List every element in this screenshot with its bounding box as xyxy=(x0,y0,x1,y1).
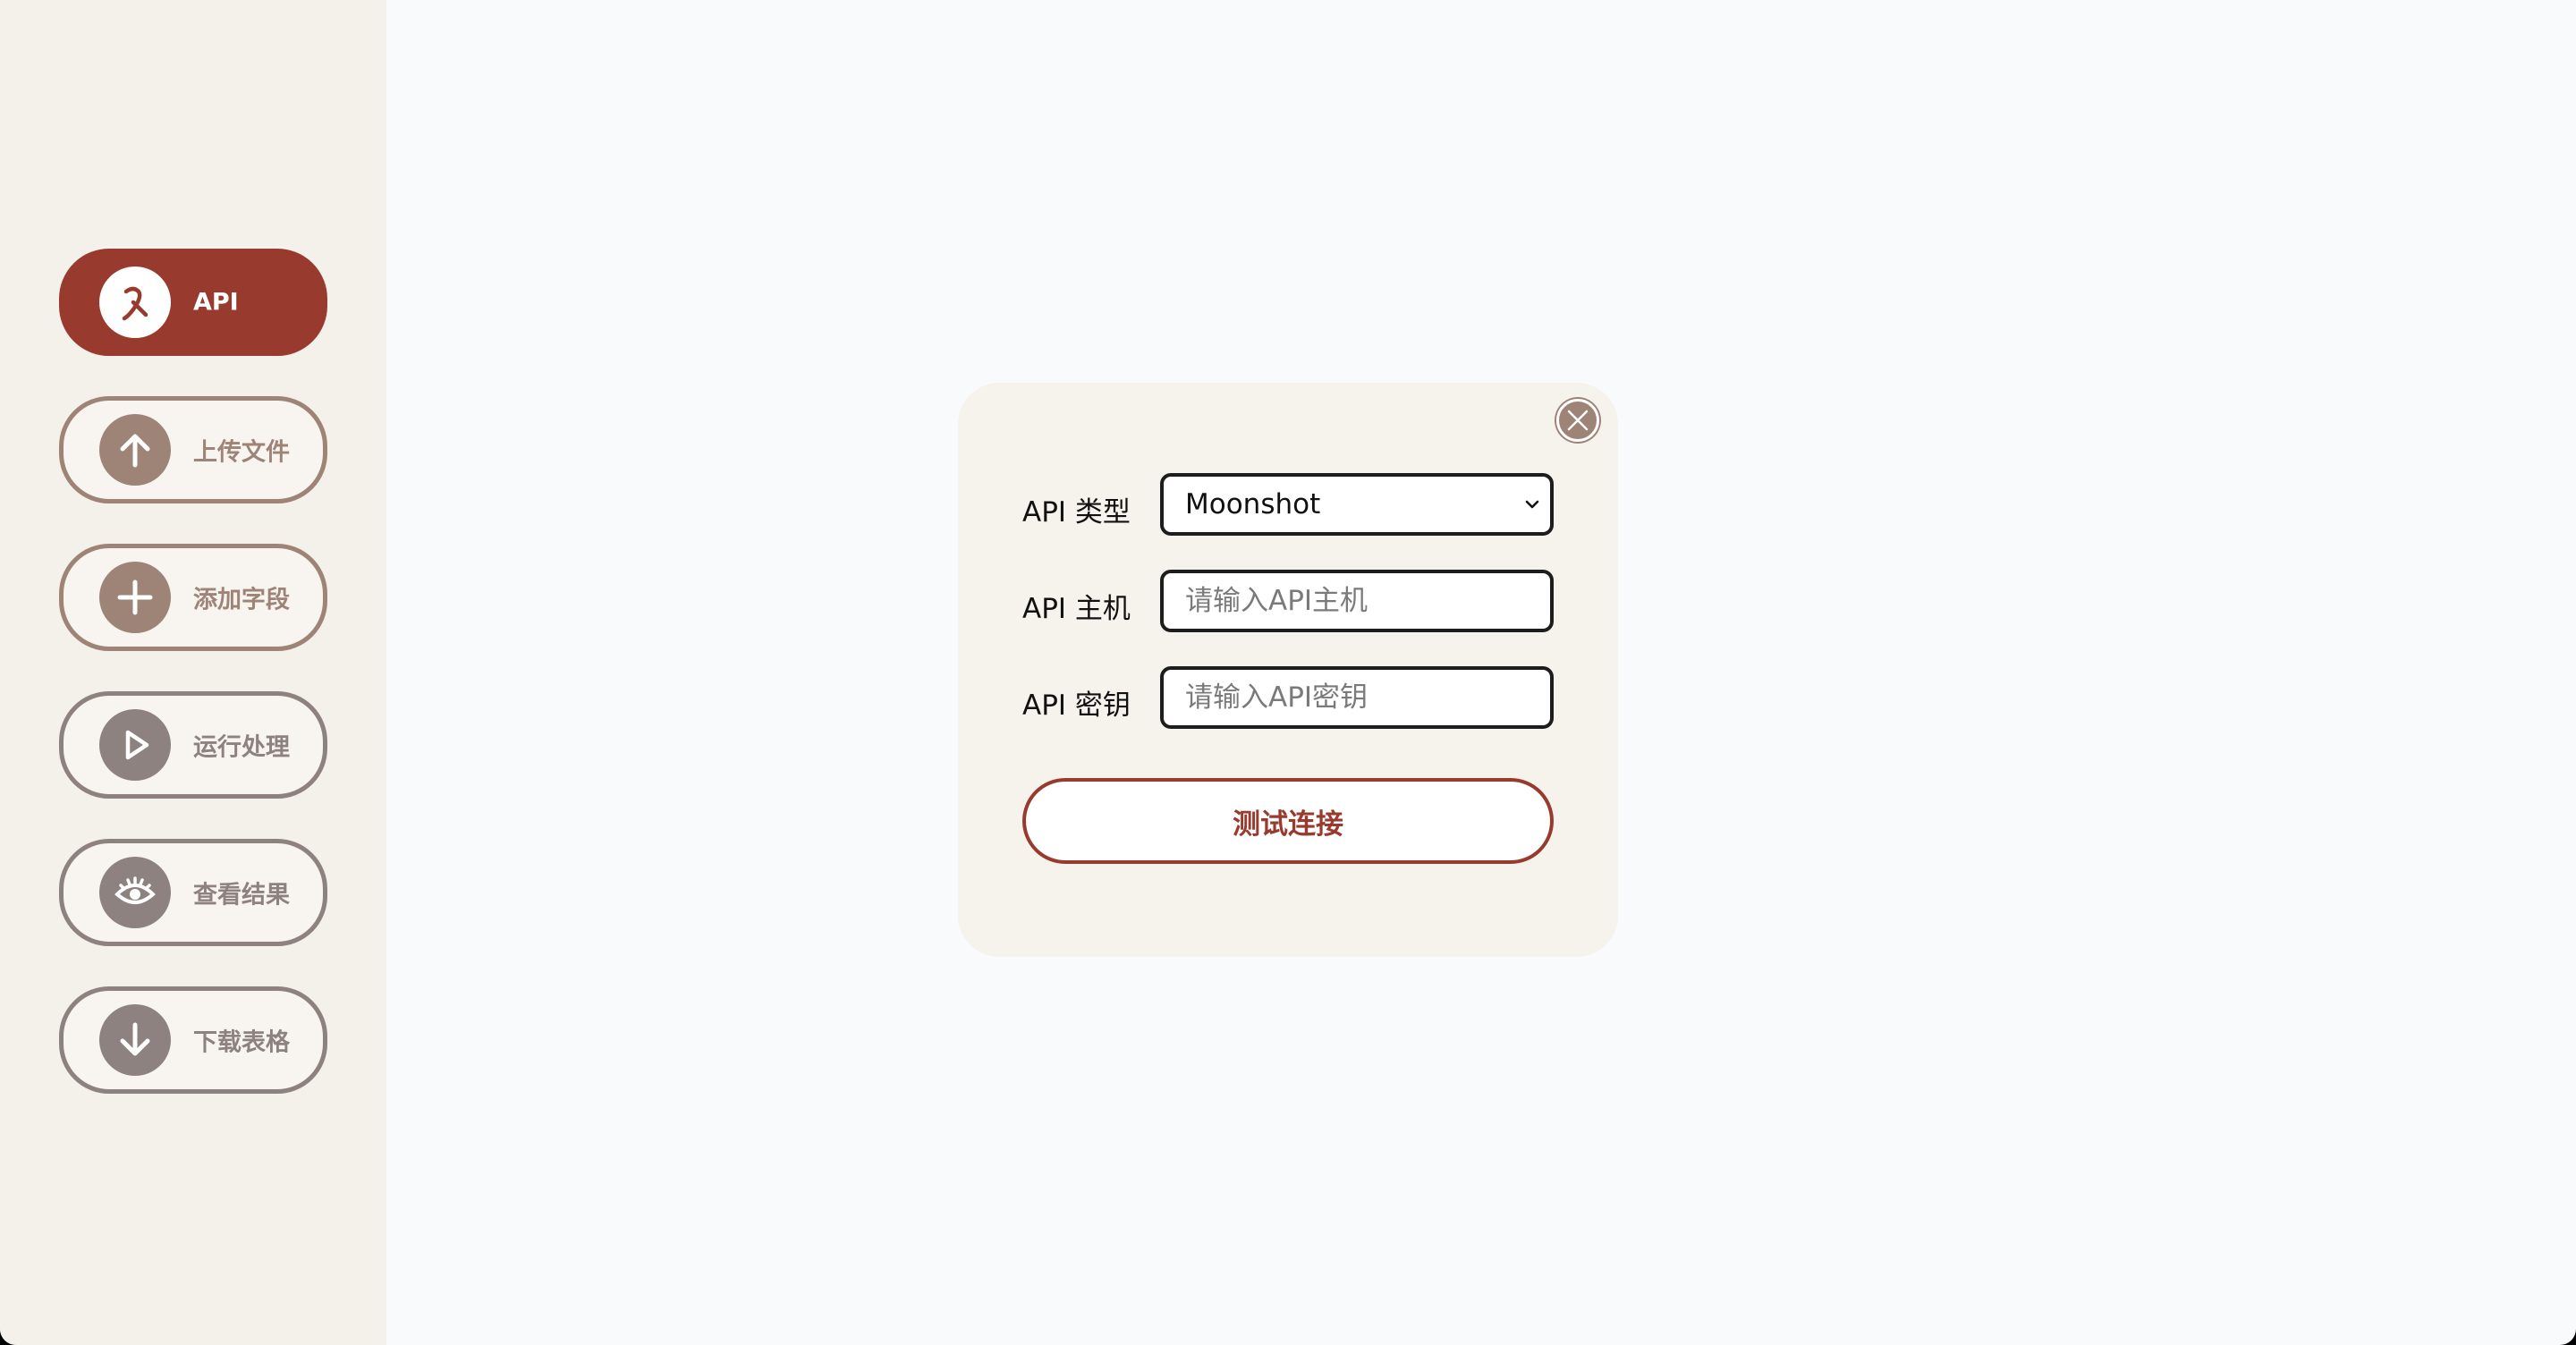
close-button[interactable] xyxy=(1556,399,1599,442)
sidebar-item-label: 运行处理 xyxy=(193,733,290,762)
api-key-label: API 密钥 xyxy=(1022,689,1131,722)
sidebar-item-api[interactable]: API xyxy=(59,249,327,356)
api-type-selected-value: Moonshot xyxy=(1185,488,1321,520)
plus-icon xyxy=(99,562,171,633)
sidebar: API 上传文件 添加字段 运行处理 查看结果 下载表格 xyxy=(0,0,386,1345)
sidebar-item-view-results[interactable]: 查看结果 xyxy=(59,839,327,946)
sidebar-item-label: 下载表格 xyxy=(193,1028,290,1057)
arrow-down-icon xyxy=(99,1004,171,1076)
app-window: API 上传文件 添加字段 运行处理 查看结果 下载表格 API 类型 Moon… xyxy=(0,0,2576,1345)
eye-icon xyxy=(99,857,171,928)
api-host-label: API 主机 xyxy=(1022,593,1131,625)
api-settings-dialog: API 类型 Moonshot API 主机 API 密钥 测试连接 xyxy=(958,383,1618,957)
test-connection-button[interactable]: 测试连接 xyxy=(1022,778,1554,864)
sidebar-item-add-field[interactable]: 添加字段 xyxy=(59,544,327,651)
api-host-input[interactable] xyxy=(1160,570,1554,632)
api-type-select[interactable]: Moonshot xyxy=(1160,473,1554,536)
arrow-up-icon xyxy=(99,414,171,486)
play-icon xyxy=(99,709,171,781)
sidebar-item-upload-file[interactable]: 上传文件 xyxy=(59,396,327,503)
sidebar-item-label: 添加字段 xyxy=(193,586,290,614)
sidebar-item-run-process[interactable]: 运行处理 xyxy=(59,691,327,799)
sidebar-item-label: API xyxy=(193,288,239,317)
api-icon xyxy=(99,266,171,338)
sidebar-item-label: 上传文件 xyxy=(193,438,290,467)
sidebar-item-label: 查看结果 xyxy=(193,881,290,909)
close-icon xyxy=(1567,410,1589,431)
chevron-down-icon xyxy=(1525,500,1539,509)
sidebar-item-download-table[interactable]: 下载表格 xyxy=(59,986,327,1094)
api-type-label: API 类型 xyxy=(1022,496,1131,529)
api-key-input[interactable] xyxy=(1160,666,1554,729)
